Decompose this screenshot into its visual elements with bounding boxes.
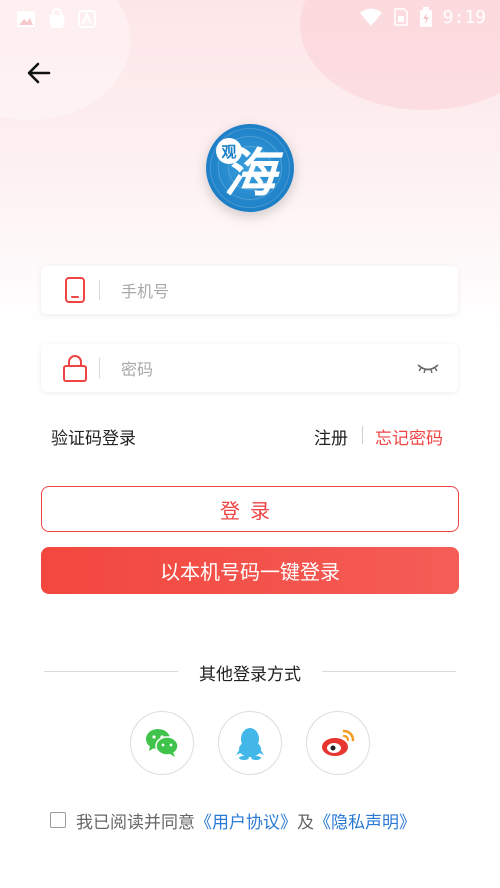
a-letter-icon <box>78 10 96 28</box>
login-button-label: 登录 <box>220 498 280 523</box>
app-logo: 观 海 <box>206 124 294 212</box>
agreement-prefix: 我已阅读并同意 <box>76 812 195 833</box>
field-divider <box>99 358 100 378</box>
password-input[interactable] <box>119 354 403 384</box>
logo-big-char: 海 <box>224 143 277 204</box>
lock-icon <box>63 355 87 382</box>
status-notifications <box>16 8 96 30</box>
link-divider <box>362 426 363 444</box>
phone-field[interactable] <box>41 266 458 314</box>
privacy-policy-link[interactable]: 《隐私声明》 <box>314 808 416 833</box>
status-bar: 9:19 <box>0 0 500 34</box>
wechat-icon <box>146 729 179 757</box>
back-button[interactable] <box>22 56 56 90</box>
status-time: 9:19 <box>442 6 486 28</box>
divider-line <box>44 671 178 672</box>
sim-icon <box>393 8 408 26</box>
one-key-login-button[interactable]: 以本机号码一键登录 <box>41 547 459 594</box>
phone-icon <box>65 277 85 303</box>
sms-login-link[interactable]: 验证码登录 <box>51 424 136 449</box>
weibo-icon <box>322 729 355 756</box>
arrow-left-icon <box>27 62 51 84</box>
battery-icon <box>419 7 432 27</box>
eye-closed-icon[interactable] <box>416 358 440 378</box>
user-agreement-link[interactable]: 《用户协议》 <box>195 808 297 833</box>
qq-login-button[interactable] <box>218 711 282 775</box>
divider-line <box>322 671 456 672</box>
image-icon <box>17 11 35 27</box>
other-login-title: 其他登录方式 <box>199 665 301 685</box>
wechat-login-button[interactable] <box>130 711 194 775</box>
one-key-login-label: 以本机号码一键登录 <box>160 560 340 584</box>
register-link[interactable]: 注册 <box>314 424 348 449</box>
login-button[interactable]: 登录 <box>41 486 459 532</box>
other-login-divider: 其他登录方式 <box>44 660 456 686</box>
password-field[interactable] <box>41 344 458 392</box>
agreement-checkbox[interactable] <box>50 812 66 828</box>
field-divider <box>99 280 100 300</box>
status-system: 9:19 <box>359 6 486 28</box>
agreement-and: 及 <box>297 812 314 833</box>
weibo-login-button[interactable] <box>306 711 370 775</box>
forgot-password-link[interactable]: 忘记密码 <box>375 424 443 449</box>
qq-icon <box>236 728 264 760</box>
shopping-bag-icon <box>49 8 65 28</box>
agreement-row: 我已阅读并同意 《用户协议》 及 《隐私声明》 <box>50 808 416 833</box>
wifi-icon <box>359 8 382 26</box>
phone-input[interactable] <box>119 276 403 306</box>
